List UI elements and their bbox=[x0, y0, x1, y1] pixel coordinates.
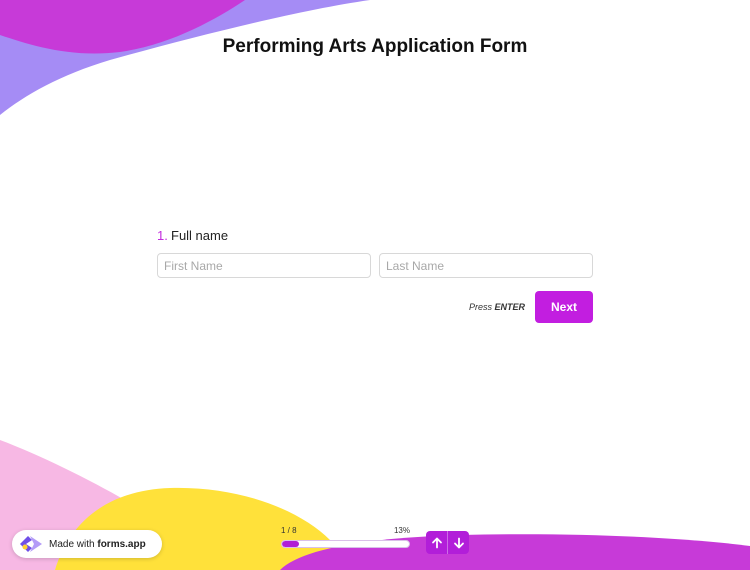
question-text: Full name bbox=[171, 228, 229, 243]
question-number: 1. bbox=[157, 228, 168, 243]
last-name-input[interactable] bbox=[379, 253, 593, 278]
next-button[interactable]: Next bbox=[535, 291, 593, 323]
first-name-input[interactable] bbox=[157, 253, 371, 278]
progress-indicator: 1 / 8 13% bbox=[281, 526, 410, 548]
arrow-down-icon[interactable] bbox=[447, 531, 469, 554]
progress-bar-track bbox=[281, 540, 410, 548]
progress-bar-fill bbox=[282, 541, 299, 547]
press-text: Press bbox=[468, 302, 492, 312]
badge-text: Made with forms.app bbox=[49, 539, 146, 550]
enter-key-text: ENTER bbox=[494, 302, 525, 312]
brand-text: forms.app bbox=[97, 538, 146, 550]
question-actions: Press ENTER Next bbox=[469, 291, 593, 323]
progress-percent: 13% bbox=[393, 526, 410, 535]
question-label: 1. Full name bbox=[157, 228, 593, 246]
made-with-text: Made with bbox=[49, 538, 95, 550]
made-with-badge[interactable]: Made with forms.app bbox=[12, 530, 162, 558]
background-shapes bbox=[0, 0, 750, 570]
arrow-up-icon[interactable] bbox=[426, 531, 447, 554]
question-navigation bbox=[426, 531, 469, 554]
form-page: Performing Arts Application Form 1. Full… bbox=[0, 0, 750, 570]
form-title: Performing Arts Application Form bbox=[222, 36, 528, 57]
question-full-name: 1. Full name Press ENTER Next bbox=[157, 228, 593, 323]
progress-step: 1 / 8 bbox=[281, 526, 297, 535]
forms-app-logo-icon bbox=[17, 530, 45, 558]
progress-labels: 1 / 8 13% bbox=[281, 526, 410, 537]
press-enter-hint: Press ENTER bbox=[469, 302, 525, 312]
name-inputs bbox=[157, 253, 593, 278]
